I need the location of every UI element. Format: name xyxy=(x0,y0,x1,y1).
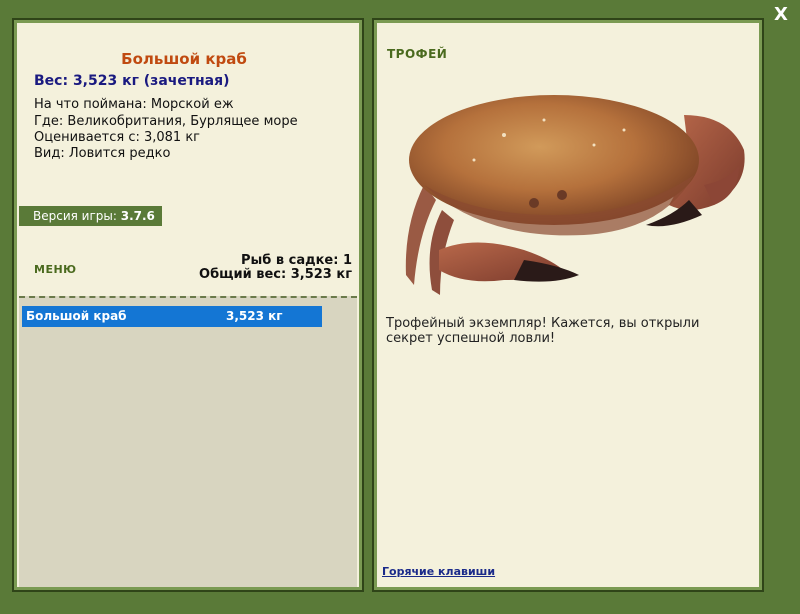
version-bar: Версия игры: 3.7.6 xyxy=(19,206,162,226)
kind-line: Вид: Ловится редко xyxy=(34,146,171,161)
cage-list: Большой краб 3,523 кг xyxy=(19,296,357,587)
menu-button[interactable]: МЕНЮ xyxy=(34,263,77,276)
trophy-panel: ТРОФЕЙ Трофейный экземпляр! Кажется, вы … xyxy=(372,18,764,592)
trophy-text: Трофейный экземпляр! Кажется, вы открыли… xyxy=(386,316,700,346)
close-button[interactable]: X xyxy=(772,6,790,24)
fish-in-cage-count: Рыб в садке: 1 xyxy=(240,253,352,268)
fish-title: Большой краб xyxy=(121,50,247,68)
crab-image xyxy=(405,95,745,295)
location-line: Где: Великобритания, Бурлящее море xyxy=(34,114,298,129)
valued-from-line: Оценивается с: 3,081 кг xyxy=(34,130,201,145)
fish-weight: Вес: 3,523 кг (зачетная) xyxy=(34,73,230,89)
cage-item-weight: 3,523 кг xyxy=(226,309,283,323)
cage-item-name: Большой краб xyxy=(26,309,127,323)
close-icon[interactable]: X xyxy=(774,4,788,25)
total-weight: Общий вес: 3,523 кг xyxy=(199,267,352,282)
trophy-label: ТРОФЕЙ xyxy=(387,47,448,61)
hotkeys-link[interactable]: Горячие клавиши xyxy=(382,565,495,578)
fish-info-panel: Большой краб Вес: 3,523 кг (зачетная) На… xyxy=(12,18,364,592)
list-item[interactable]: Большой краб 3,523 кг xyxy=(22,306,322,327)
version-value: 3.7.6 xyxy=(120,209,155,223)
caught-on-line: На что поймана: Морской еж xyxy=(34,97,234,112)
version-label: Версия игры: xyxy=(33,209,117,223)
